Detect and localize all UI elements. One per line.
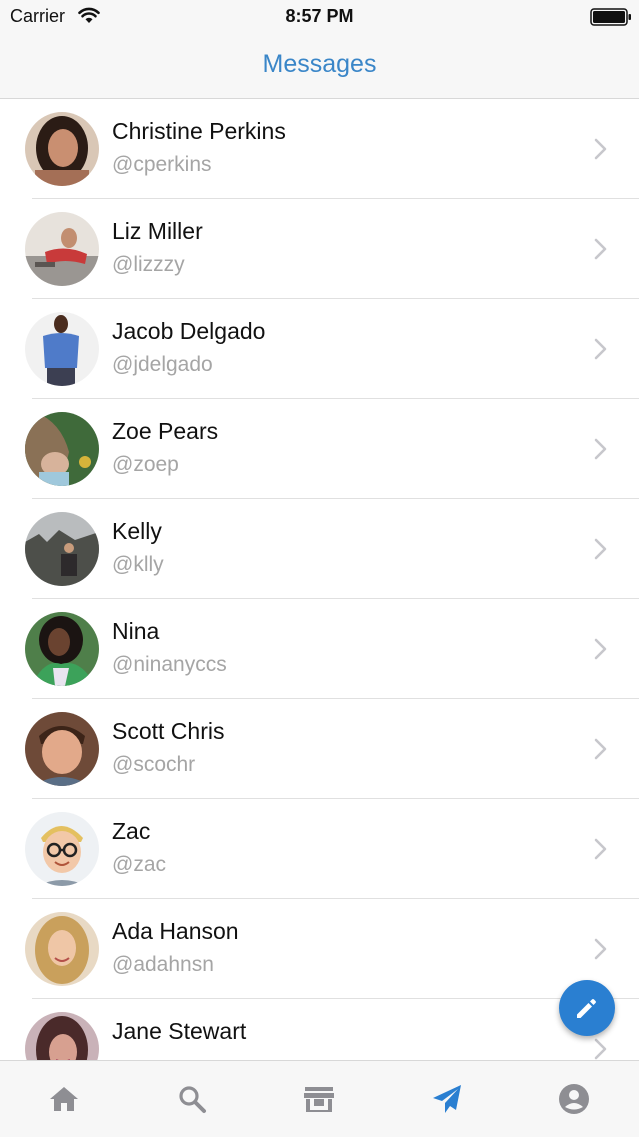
chevron-right-icon [594,738,608,760]
chevron-right-icon [594,238,608,260]
avatar [25,712,99,786]
send-icon [433,1085,461,1113]
tab-messages[interactable] [429,1081,465,1117]
chevron-right-icon [594,938,608,960]
page-title: Messages [262,50,377,78]
tab-store[interactable] [301,1081,337,1117]
tab-search[interactable] [174,1081,210,1117]
avatar [25,412,99,486]
navigation-bar: Messages [0,34,639,99]
tab-account[interactable] [556,1081,592,1117]
contact-name: Jacob Delgado [112,318,266,344]
avatar [25,212,99,286]
contact-row-jacob-delgado[interactable]: Jacob Delgado @jdelgado [0,299,639,399]
avatar [25,512,99,586]
avatar [25,912,99,986]
contact-row-zac[interactable]: Zac @zac [0,799,639,899]
avatar [25,112,99,186]
contact-row-ada-hanson[interactable]: Ada Hanson @adahnsn [0,899,639,999]
contact-row-christine-perkins[interactable]: Christine Perkins @cperkins [0,99,639,199]
contact-handle: @ninanyccs [112,653,227,676]
contact-name: Christine Perkins [112,118,286,144]
avatar [25,1012,99,1060]
chevron-right-icon [594,338,608,360]
contact-handle: @lizzzy [112,253,185,276]
chevron-right-icon [594,1038,608,1060]
home-icon [50,1087,78,1111]
chevron-right-icon [594,638,608,660]
tab-home[interactable] [46,1081,82,1117]
contact-row-liz-miller[interactable]: Liz Miller @lizzzy [0,199,639,299]
avatar [25,312,99,386]
contact-row-nina[interactable]: Nina @ninanyccs [0,599,639,699]
contact-list: Christine Perkins @cperkins Liz Miller @… [0,99,639,1060]
status-bar: Carrier 8:57 PM [0,0,639,34]
avatar [25,812,99,886]
account-icon [559,1084,589,1114]
status-time: 8:57 PM [285,6,354,26]
battery-icon [590,8,632,26]
contact-row-zoe-pears[interactable]: Zoe Pears @zoep [0,399,639,499]
chevron-right-icon [594,538,608,560]
contact-name: Jane Stewart [112,1018,247,1044]
contact-handle: @zoep [112,453,179,476]
contact-handle: @adahnsn [112,953,214,976]
contact-name: Zoe Pears [112,418,219,444]
contact-handle: @klly [112,553,164,576]
pencil-icon [577,999,596,1018]
store-icon [304,1087,334,1112]
chevron-right-icon [594,438,608,460]
contact-name: Ada Hanson [112,918,239,944]
contact-row-scott-chris[interactable]: Scott Chris @scochr [0,699,639,799]
contact-name: Nina [112,618,160,644]
search-icon [179,1086,206,1113]
contact-name: Kelly [112,518,162,544]
tab-bar [0,1060,639,1137]
contact-name: Zac [112,818,151,844]
contact-row-kelly[interactable]: Kelly @klly [0,499,639,599]
chevron-right-icon [594,138,608,160]
contact-handle: @jdelgado [112,353,213,376]
contact-row-jane-stewart[interactable]: Jane Stewart [0,999,639,1060]
chevron-right-icon [594,838,608,860]
contact-handle: @scochr [112,753,196,776]
compose-button[interactable] [559,980,615,1036]
contact-name: Liz Miller [112,218,203,244]
contact-name: Scott Chris [112,718,225,744]
avatar [25,612,99,686]
contact-handle: @cperkins [112,153,212,176]
contact-handle: @zac [112,853,166,876]
